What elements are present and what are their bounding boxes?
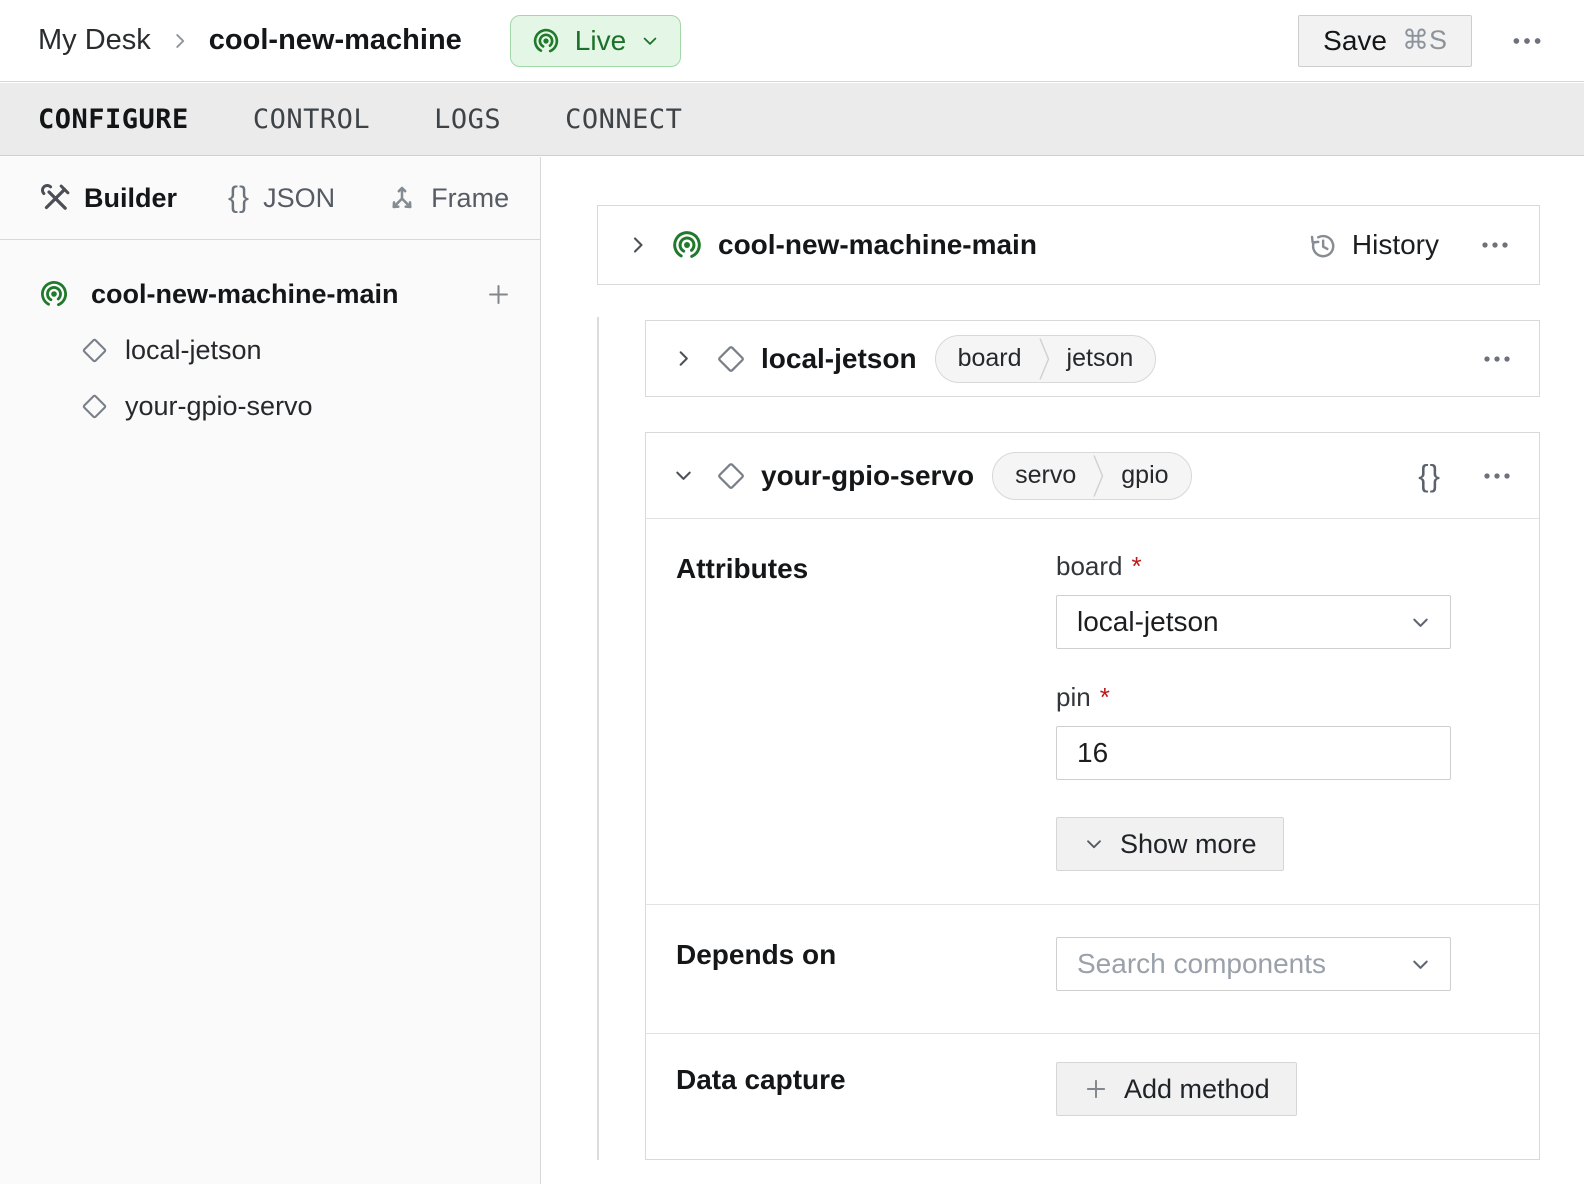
viam-part-icon: [670, 228, 704, 262]
component-diamond-icon: [80, 336, 109, 365]
main-tab-bar: CONFIGURE CONTROL LOGS CONNECT: [0, 83, 1584, 156]
required-marker: *: [1100, 682, 1110, 713]
component-model: jetson: [1051, 344, 1156, 373]
breadcrumb-chevron-icon: [169, 30, 191, 52]
badge-separator-icon: [1038, 336, 1051, 382]
chevron-down-icon: [1409, 953, 1432, 976]
tab-configure[interactable]: CONFIGURE: [38, 104, 189, 135]
show-more-button[interactable]: Show more: [1056, 817, 1284, 871]
depends-on-select[interactable]: Search components: [1056, 937, 1451, 991]
data-capture-section: Data capture Add method: [646, 1034, 1539, 1160]
view-builder-label: Builder: [84, 183, 177, 214]
component-model: gpio: [1105, 461, 1190, 490]
plus-icon: [1083, 1076, 1109, 1102]
tree-connector-line: [597, 317, 599, 1160]
tree-root-label: cool-new-machine-main: [91, 279, 485, 310]
part-card-title: cool-new-machine-main: [718, 229, 1037, 261]
history-icon: [1307, 230, 1338, 261]
component-card-your-gpio-servo: your-gpio-servo servo gpio {} Attributes…: [645, 432, 1540, 1160]
part-card: cool-new-machine-main History: [597, 205, 1540, 285]
tree-item-your-gpio-servo[interactable]: your-gpio-servo: [38, 382, 512, 430]
component-card-title: your-gpio-servo: [761, 460, 974, 492]
tab-connect[interactable]: CONNECT: [565, 104, 682, 135]
component-card-header: your-gpio-servo servo gpio {}: [646, 433, 1539, 519]
component-diamond-icon: [80, 392, 109, 421]
breadcrumb-current: cool-new-machine: [209, 24, 462, 57]
view-frame[interactable]: Frame: [386, 182, 509, 214]
badge-separator-icon: [1092, 453, 1105, 499]
view-json-label: JSON: [263, 183, 335, 214]
component-diamond-icon: [715, 460, 747, 492]
part-menu-icon[interactable]: [1479, 229, 1511, 261]
history-label: History: [1352, 229, 1439, 261]
config-main-panel: cool-new-machine-main History local-jets…: [542, 157, 1584, 1184]
chevron-down-icon: [1083, 833, 1105, 855]
tab-control[interactable]: CONTROL: [253, 104, 370, 135]
collapse-chevron-icon[interactable]: [672, 464, 695, 487]
tree-item-label: local-jetson: [125, 335, 262, 366]
attributes-section: Attributes board * local-jetson pin *: [646, 519, 1539, 905]
depends-on-label: Depends on: [676, 937, 1056, 971]
expand-chevron-icon[interactable]: [672, 347, 695, 370]
save-button-label: Save: [1323, 25, 1387, 57]
board-select-value: local-jetson: [1077, 606, 1409, 638]
component-type: servo: [993, 461, 1092, 490]
breadcrumb-parent-link[interactable]: My Desk: [38, 24, 151, 57]
axes-icon: [386, 182, 418, 214]
machine-status-dropdown[interactable]: Live: [510, 15, 681, 67]
history-button[interactable]: History: [1307, 229, 1439, 261]
show-more-label: Show more: [1120, 829, 1257, 860]
expand-chevron-icon[interactable]: [626, 233, 650, 257]
component-menu-icon[interactable]: [1481, 460, 1513, 492]
more-options-icon[interactable]: [1510, 24, 1544, 58]
chevron-down-icon: [640, 31, 660, 51]
machine-status-label: Live: [575, 25, 626, 57]
data-capture-label: Data capture: [676, 1062, 1056, 1096]
save-button[interactable]: Save ⌘S: [1298, 15, 1472, 67]
config-sidebar: Builder {} JSON Frame cool-new-machine-m…: [0, 157, 541, 1184]
pin-input[interactable]: [1056, 726, 1451, 780]
component-diamond-icon: [715, 343, 747, 375]
required-marker: *: [1132, 551, 1142, 582]
component-type: board: [936, 344, 1038, 373]
add-method-button[interactable]: Add method: [1056, 1062, 1297, 1116]
component-type-badge: board jetson: [935, 335, 1157, 383]
edit-json-icon[interactable]: {}: [1418, 458, 1441, 494]
attributes-section-label: Attributes: [676, 551, 1056, 585]
component-card-title: local-jetson: [761, 343, 917, 375]
viam-part-icon: [531, 26, 561, 56]
component-menu-icon[interactable]: [1481, 343, 1513, 375]
tree-root-row[interactable]: cool-new-machine-main: [38, 270, 512, 318]
component-type-badge: servo gpio: [992, 452, 1191, 500]
braces-icon: {}: [228, 181, 250, 215]
view-json[interactable]: {} JSON: [228, 181, 335, 215]
board-select[interactable]: local-jetson: [1056, 595, 1451, 649]
board-field-label: board *: [1056, 551, 1451, 582]
component-tree: cool-new-machine-main local-jetson your-…: [0, 240, 540, 430]
tools-icon: [40, 183, 71, 214]
view-builder[interactable]: Builder: [40, 183, 177, 214]
add-component-icon[interactable]: [485, 281, 512, 308]
breadcrumb: My Desk cool-new-machine: [38, 24, 462, 57]
save-shortcut: ⌘S: [1402, 25, 1447, 56]
tree-item-label: your-gpio-servo: [125, 391, 313, 422]
pin-field-label: pin *: [1056, 682, 1451, 713]
viam-part-icon: [38, 278, 70, 310]
component-card-local-jetson: local-jetson board jetson: [645, 320, 1540, 397]
tab-logs[interactable]: LOGS: [434, 104, 501, 135]
tree-item-local-jetson[interactable]: local-jetson: [38, 326, 512, 374]
top-bar: My Desk cool-new-machine Live Save ⌘S: [0, 0, 1584, 82]
depends-on-placeholder: Search components: [1077, 948, 1409, 980]
view-toggle: Builder {} JSON Frame: [0, 157, 540, 240]
depends-on-section: Depends on Search components: [646, 905, 1539, 1034]
view-frame-label: Frame: [431, 183, 509, 214]
chevron-down-icon: [1409, 611, 1432, 634]
add-method-label: Add method: [1124, 1074, 1270, 1105]
